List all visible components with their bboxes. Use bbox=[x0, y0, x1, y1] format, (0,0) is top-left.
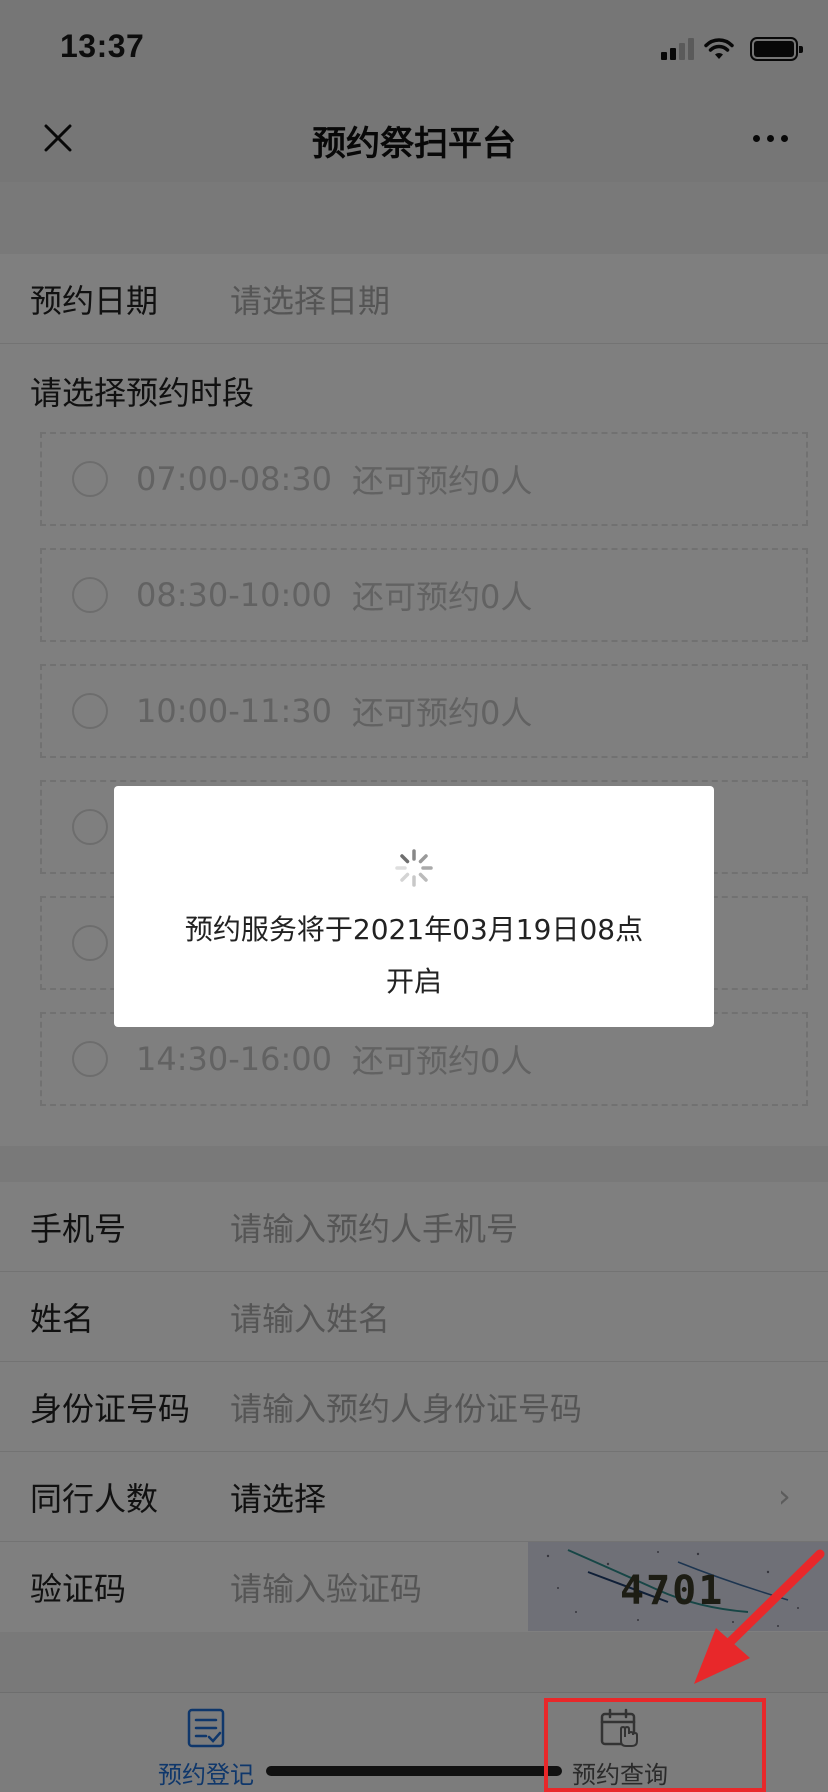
home-indicator bbox=[266, 1766, 562, 1776]
dialog-message-line-1: 预约服务将于2021年03月19日08点 bbox=[184, 913, 644, 946]
annotation-arrow-icon bbox=[694, 1549, 825, 1684]
annotation-highlight-box bbox=[544, 1698, 766, 1792]
dialog-message: 预约服务将于2021年03月19日08点 开启 bbox=[154, 904, 674, 1008]
loading-spinner-icon bbox=[395, 849, 433, 887]
notice-dialog: 预约服务将于2021年03月19日08点 开启 bbox=[114, 786, 714, 1027]
dialog-message-line-2: 开启 bbox=[385, 965, 442, 998]
